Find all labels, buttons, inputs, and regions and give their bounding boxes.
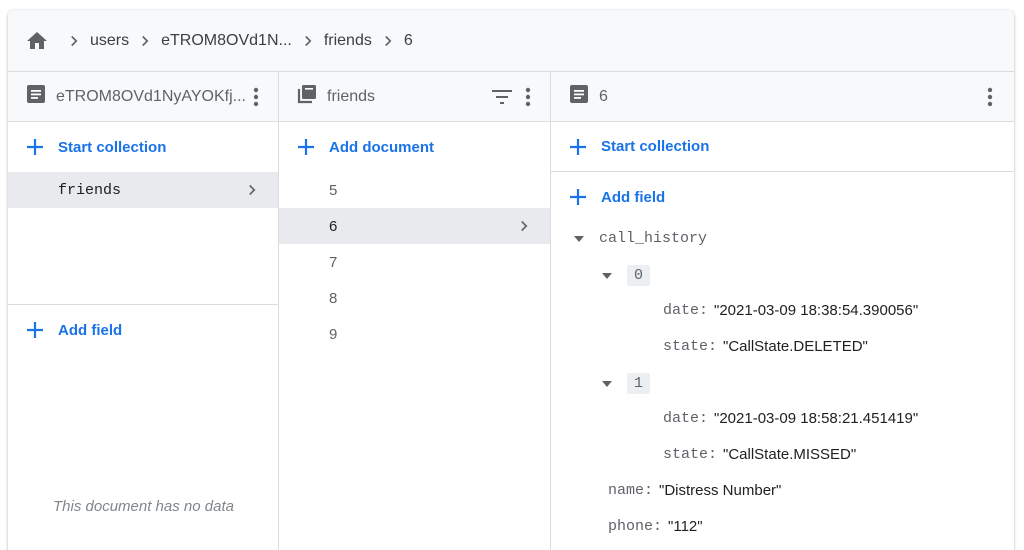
document-item-selected[interactable]: 6	[279, 208, 550, 244]
plus-icon	[567, 186, 589, 208]
document-id: 6	[329, 217, 338, 235]
caret-down-icon[interactable]	[571, 231, 587, 247]
home-icon[interactable]	[24, 28, 50, 54]
breadcrumb-item-doc-6[interactable]: 6	[404, 32, 413, 50]
plus-icon	[24, 136, 46, 158]
document-item[interactable]: 7	[279, 244, 550, 280]
add-field-button[interactable]: Add field	[8, 305, 278, 355]
field-key: state:	[663, 446, 718, 463]
chevron-right-icon	[512, 214, 536, 238]
more-options-icon[interactable]	[978, 85, 1002, 109]
start-collection-label: Start collection	[58, 138, 167, 156]
array-index-badge: 1	[627, 373, 651, 394]
document-icon	[569, 84, 589, 109]
collection-panel: friends Add document 5 6 7 8 9	[279, 72, 551, 550]
field-key: date:	[663, 302, 709, 319]
chevron-right-icon	[62, 29, 86, 53]
plus-icon	[567, 136, 589, 158]
caret-down-icon[interactable]	[599, 268, 615, 284]
document-icon	[26, 84, 46, 109]
fields-panel-header: 6	[551, 72, 1014, 122]
fields-title: 6	[599, 87, 608, 105]
field-key: phone:	[608, 518, 663, 535]
array-index-badge: 0	[627, 265, 651, 286]
breadcrumb-item-friends[interactable]: friends	[324, 32, 372, 50]
field-date[interactable]: date: "2021-03-09 18:58:21.451419"	[663, 410, 918, 427]
document-id: 8	[329, 289, 338, 307]
field-value: "CallState.DELETED"	[723, 338, 868, 355]
field-value: "112"	[668, 518, 703, 535]
array-index-0[interactable]: 0	[599, 265, 651, 286]
field-name[interactable]: name: "Distress Number"	[608, 482, 781, 499]
document-id: 5	[329, 181, 338, 199]
field-value: "CallState.MISSED"	[723, 446, 857, 463]
start-collection-button[interactable]: Start collection	[8, 122, 278, 172]
breadcrumb-item-users[interactable]: users	[90, 32, 129, 50]
add-field-label: Add field	[58, 321, 123, 339]
document-id: 9	[329, 325, 338, 343]
add-field-button[interactable]: Add field	[551, 172, 1014, 222]
document-panel-header: eTROM8OVd1NyAYOKfj...	[8, 72, 278, 122]
add-document-button[interactable]: Add document	[279, 122, 550, 172]
caret-down-icon[interactable]	[599, 376, 615, 392]
chevron-right-icon	[240, 178, 264, 202]
field-value: "Distress Number"	[659, 482, 782, 499]
chevron-right-icon	[296, 29, 320, 53]
document-id: 7	[329, 253, 338, 271]
field-date[interactable]: date: "2021-03-09 18:38:54.390056"	[663, 302, 918, 319]
plus-icon	[295, 136, 317, 158]
document-item[interactable]: 5	[279, 172, 550, 208]
collection-label: friends	[58, 181, 122, 199]
array-index-1[interactable]: 1	[599, 373, 651, 394]
field-key: name:	[608, 482, 654, 499]
field-call-history[interactable]: call_history	[571, 230, 707, 247]
field-state[interactable]: state: "CallState.MISSED"	[663, 446, 856, 463]
field-phone[interactable]: phone: "112"	[608, 518, 703, 535]
chevron-right-icon	[376, 29, 400, 53]
start-collection-button[interactable]: Start collection	[551, 122, 1014, 172]
add-document-label: Add document	[329, 138, 434, 156]
field-key: state:	[663, 338, 718, 355]
add-field-label: Add field	[601, 188, 666, 206]
document-item[interactable]: 8	[279, 280, 550, 316]
fields-panel: 6 Start collection Add field call_histor…	[551, 72, 1014, 550]
more-options-icon[interactable]	[244, 85, 268, 109]
field-key: date:	[663, 410, 709, 427]
collection-title: friends	[327, 87, 376, 105]
collection-item-friends[interactable]: friends	[8, 172, 278, 208]
filter-icon[interactable]	[490, 85, 514, 109]
field-value: "2021-03-09 18:38:54.390056"	[714, 302, 919, 319]
collection-panel-header: friends	[279, 72, 550, 122]
plus-icon	[24, 319, 46, 341]
document-panel: eTROM8OVd1NyAYOKfj... Start collection f…	[8, 72, 279, 550]
breadcrumb-item-user-doc[interactable]: eTROM8OVd1N...	[161, 32, 292, 50]
field-value: "2021-03-09 18:58:21.451419"	[714, 410, 919, 427]
chevron-right-icon	[133, 29, 157, 53]
document-item[interactable]: 9	[279, 316, 550, 352]
field-state[interactable]: state: "CallState.DELETED"	[663, 338, 868, 355]
collection-icon	[297, 84, 317, 109]
breadcrumb: users eTROM8OVd1N... friends 6	[8, 10, 1014, 72]
document-title: eTROM8OVd1NyAYOKfj...	[56, 87, 246, 105]
more-options-icon[interactable]	[516, 85, 540, 109]
empty-document-message: This document has no data	[53, 498, 234, 515]
start-collection-label: Start collection	[601, 138, 710, 155]
firestore-data-viewer: users eTROM8OVd1N... friends 6 eTROM8OVd…	[8, 10, 1014, 550]
field-key: call_history	[599, 230, 708, 247]
